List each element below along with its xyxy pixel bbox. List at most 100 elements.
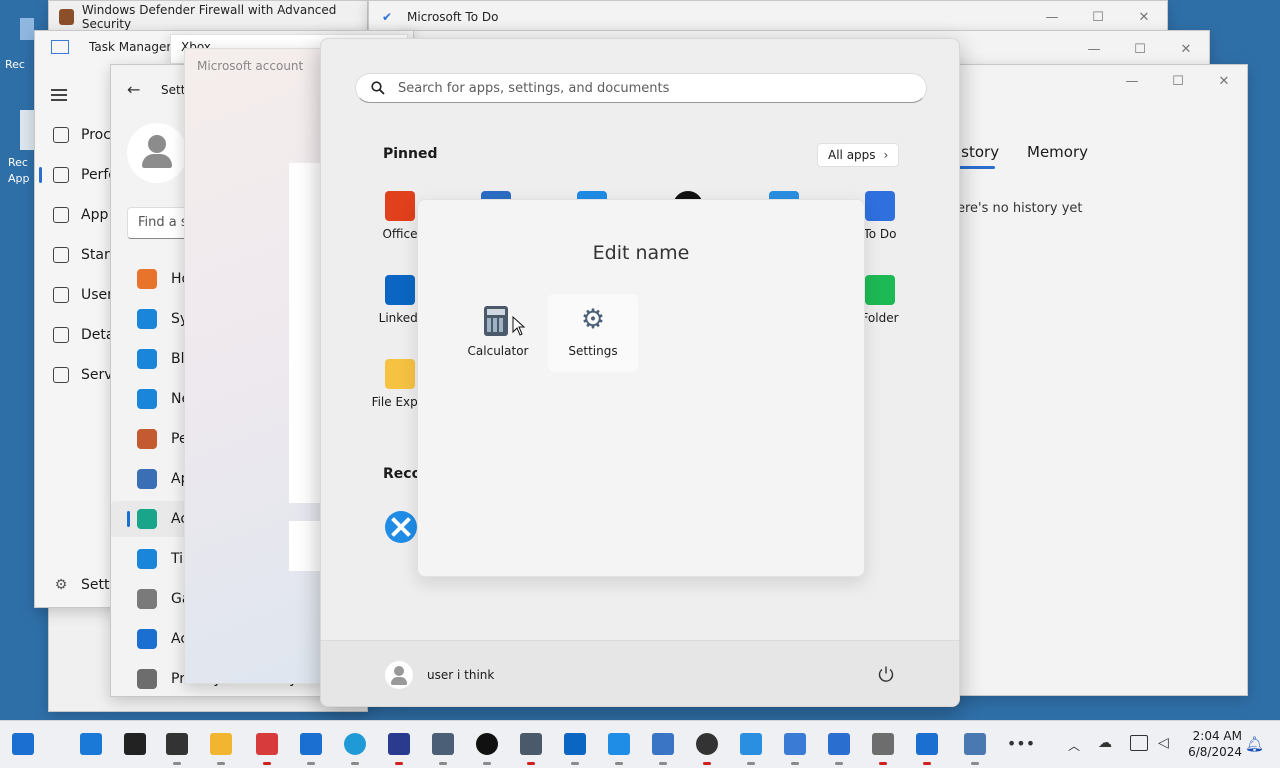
hamburger-menu-icon[interactable] bbox=[51, 89, 67, 101]
back-arrow-icon[interactable]: ← bbox=[127, 80, 140, 99]
dev-home-icon[interactable] bbox=[606, 731, 632, 765]
close-icon[interactable]: ✕ bbox=[1121, 1, 1167, 33]
power-icon[interactable] bbox=[877, 665, 897, 685]
minimize-icon[interactable]: — bbox=[1109, 65, 1155, 97]
all-apps-label: All apps bbox=[828, 148, 876, 162]
tab-indicator bbox=[957, 166, 995, 169]
avatar-head-icon bbox=[148, 135, 166, 153]
search-icon[interactable] bbox=[122, 731, 148, 757]
start-search-input[interactable]: Search for apps, settings, and documents bbox=[355, 73, 927, 103]
maximize-icon[interactable]: ☐ bbox=[1117, 33, 1163, 65]
clipchamp-icon-glyph bbox=[388, 733, 410, 755]
notepad-icon[interactable] bbox=[650, 731, 676, 765]
settings-gear-icon: ⚙ bbox=[54, 577, 68, 593]
calculator-icon[interactable] bbox=[518, 731, 544, 765]
history-tab[interactable]: istory bbox=[957, 143, 999, 161]
firewall-icon bbox=[59, 9, 74, 25]
settings-icon[interactable] bbox=[430, 731, 456, 765]
clock-icon[interactable] bbox=[694, 731, 720, 765]
selection-indicator bbox=[127, 511, 130, 527]
outlook-icon[interactable] bbox=[562, 731, 588, 765]
start-icon[interactable] bbox=[78, 731, 104, 757]
folder-popup[interactable]: Edit name Calculator ⚙ Settings bbox=[417, 199, 865, 577]
all-apps-button[interactable]: All apps › bbox=[817, 143, 900, 167]
close-icon[interactable]: ✕ bbox=[1163, 33, 1209, 65]
tm-settings[interactable]: ⚙ Setti bbox=[53, 577, 114, 593]
folder-app-settings[interactable]: ⚙ Settings bbox=[548, 294, 638, 372]
tm-nav-item[interactable]: Deta bbox=[35, 316, 114, 354]
task-manager-icon-glyph bbox=[964, 733, 986, 755]
tm-nav-item[interactable]: App bbox=[35, 196, 108, 234]
task-manager-icon[interactable] bbox=[962, 731, 988, 765]
clipchamp-icon[interactable] bbox=[386, 731, 412, 765]
recycle-bin-icon[interactable] bbox=[20, 18, 34, 40]
tm-nav-item[interactable]: User bbox=[35, 276, 113, 314]
users-icon bbox=[53, 287, 69, 303]
selection-indicator bbox=[39, 167, 42, 183]
processes-icon bbox=[53, 127, 69, 143]
account-panel bbox=[289, 521, 323, 571]
terminal-icon[interactable] bbox=[164, 731, 190, 765]
tm-nav-item[interactable]: Serv bbox=[35, 356, 113, 394]
remote-desktop-icon[interactable] bbox=[782, 731, 808, 765]
tm-nav-item[interactable]: Perfo bbox=[35, 156, 117, 194]
firewall-titlebar[interactable]: Windows Defender Firewall with Advanced … bbox=[49, 1, 367, 33]
app-history-icon bbox=[53, 207, 69, 223]
control-panel-icon[interactable] bbox=[870, 731, 896, 765]
spotify-folder-icon bbox=[865, 275, 895, 305]
store-icon[interactable] bbox=[254, 731, 280, 765]
apps-icon bbox=[137, 469, 157, 489]
paint-icon-glyph bbox=[740, 733, 762, 755]
volume-icon[interactable]: ◁ bbox=[1158, 735, 1169, 751]
paint-icon[interactable] bbox=[738, 731, 764, 765]
time-language-icon bbox=[137, 549, 157, 569]
memory-tab[interactable]: Memory bbox=[1027, 143, 1088, 161]
mail-icon[interactable] bbox=[298, 731, 324, 765]
notification-bell-icon[interactable]: 🔔︎ bbox=[1245, 735, 1264, 753]
task-view-icon[interactable] bbox=[10, 731, 36, 757]
calculator-icon-glyph bbox=[520, 733, 542, 755]
xbox-icon[interactable] bbox=[474, 731, 500, 765]
running-indicator bbox=[747, 762, 755, 765]
todo-icon bbox=[865, 191, 895, 221]
minimize-icon[interactable]: — bbox=[1029, 1, 1075, 33]
running-indicator bbox=[615, 762, 623, 765]
avatar-body-icon bbox=[142, 154, 172, 168]
window-title: Windows Defender Firewall with Advanced … bbox=[81, 3, 337, 31]
tm-nav-item[interactable]: Start bbox=[35, 236, 115, 274]
store-icon-glyph bbox=[256, 733, 278, 755]
onedrive-icon[interactable]: ☁ bbox=[1098, 735, 1118, 753]
edge-icon[interactable] bbox=[342, 731, 368, 765]
chevron-up-icon[interactable]: ︿ bbox=[1068, 737, 1080, 754]
tm-nav-item[interactable]: Proc bbox=[35, 116, 111, 154]
start-menu[interactable]: Search for apps, settings, and documents… bbox=[320, 38, 960, 707]
network-icon[interactable] bbox=[1130, 735, 1148, 751]
linkedin-icon bbox=[385, 275, 415, 305]
privacy-shield-icon bbox=[137, 669, 157, 689]
maximize-icon[interactable]: ☐ bbox=[1075, 1, 1121, 33]
running-indicator bbox=[439, 762, 447, 765]
start-icon-glyph bbox=[80, 733, 102, 755]
maximize-icon[interactable]: ☐ bbox=[1155, 65, 1201, 97]
display-icon-glyph bbox=[828, 733, 850, 755]
user-account-button[interactable]: user i think bbox=[385, 661, 494, 689]
file-explorer-icon[interactable] bbox=[208, 731, 234, 765]
folder-name[interactable]: Edit name bbox=[418, 242, 864, 264]
display-icon[interactable] bbox=[826, 731, 852, 765]
recommended-app-icon[interactable] bbox=[385, 511, 417, 543]
more-icon[interactable]: ••• bbox=[1007, 731, 1035, 757]
defender-icon[interactable] bbox=[914, 731, 940, 765]
clock[interactable]: 2:04 AM 6/8/2024 bbox=[1182, 728, 1242, 760]
minimize-icon[interactable]: — bbox=[1071, 33, 1117, 65]
clock-icon-glyph bbox=[696, 733, 718, 755]
close-icon[interactable]: ✕ bbox=[1201, 65, 1247, 97]
running-indicator bbox=[571, 762, 579, 765]
avatar[interactable] bbox=[127, 123, 187, 183]
desktop-shortcut-icon[interactable] bbox=[20, 110, 34, 150]
microsoft-account-window[interactable]: Microsoft account bbox=[184, 48, 324, 684]
folder-app-calculator[interactable]: Calculator bbox=[456, 294, 540, 372]
window-title: Microsoft account bbox=[197, 59, 304, 73]
defender-icon-glyph bbox=[916, 733, 938, 755]
calculator-window[interactable]: — ☐ ✕ istory Memory ere's no history yet bbox=[940, 64, 1248, 696]
running-indicator bbox=[879, 762, 887, 765]
